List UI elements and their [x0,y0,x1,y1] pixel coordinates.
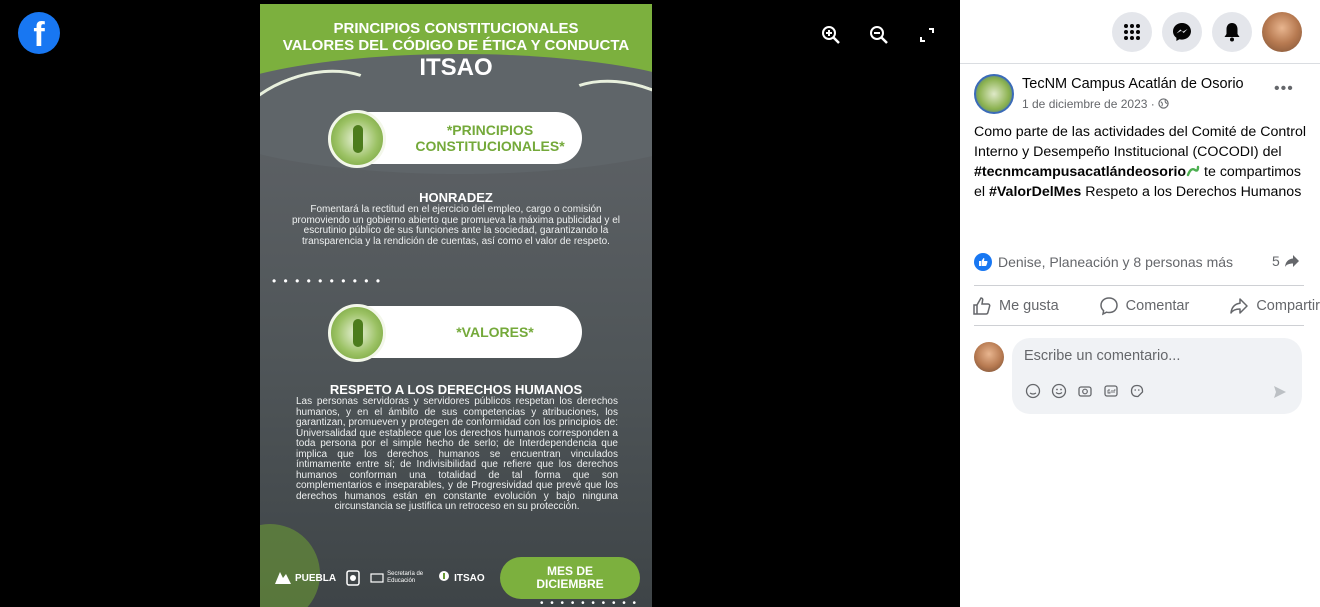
zoom-out-icon[interactable] [866,22,892,48]
comment-icon [1099,297,1118,316]
pill1-line1: *PRINCIPIOS [446,122,534,138]
reactions-divider [974,285,1304,286]
facebook-logo[interactable]: f [18,12,60,54]
comment-input[interactable]: Escribe un comentario... [1024,348,1180,364]
share-button[interactable]: Compartir [1229,292,1320,320]
more-options-icon[interactable]: ••• [1274,80,1294,98]
derechos-humanos-title: RESPETO A LOS DERECHOS HUMANOS [329,382,583,397]
profile-avatar[interactable] [1262,12,1302,52]
share-icon [1230,298,1249,314]
avatar-sticker-icon[interactable] [1024,382,1042,400]
messenger-button[interactable] [1162,12,1202,52]
like-label: Me gusta [999,298,1059,314]
sticker-icon[interactable] [1128,382,1146,400]
page-name-link[interactable]: TecNM Campus Acatlán de Osorio [1022,76,1244,92]
like-button[interactable]: Me gusta [972,292,1059,320]
photo-viewer: f PRINCIPIOS CONSTITUCIONALES VALORES DE… [0,0,960,607]
dots-divider-bottom: • • • • • • • • • • [540,598,639,607]
comment-label: Comentar [1125,298,1190,314]
comment-input-box[interactable]: Escribe un comentario... [1012,338,1302,414]
puebla-logo: PUEBLA [274,570,336,586]
tecnm-logo [346,570,360,586]
notifications-button[interactable] [1212,12,1252,52]
post-panel: TecNM Campus Acatlán de Osorio 1 de dici… [960,0,1320,607]
mes-diciembre-badge: MES DE DICIEMBRE [500,557,640,599]
viewer-toolbar [818,22,940,48]
secretaria-logo: Secretaría de Educación [370,571,427,585]
share-arrow-icon [1284,255,1299,267]
my-avatar[interactable] [974,342,1004,372]
share-label: Compartir [1256,298,1320,314]
emoji-icon[interactable] [1050,382,1068,400]
poster-image: PRINCIPIOS CONSTITUCIONALES VALORES DEL … [260,4,652,607]
lizard-emoji-icon [1186,165,1200,177]
puebla-logo-text: PUEBLA [295,572,337,584]
post-text-part3: Respeto a los Derechos Humanos [1081,184,1302,200]
itsao-logo: ITSAO [437,570,485,586]
poster-title-line1: PRINCIPIOS CONSTITUCIONALES [333,20,579,37]
grid-menu-icon [1124,24,1140,40]
poster-decor-circle [260,524,320,607]
thumbs-up-icon [973,297,991,315]
poster-title-line2: VALORES DEL CÓDIGO DE ÉTICA Y CONDUCTA [282,37,630,54]
poster-title: PRINCIPIOS CONSTITUCIONALES VALORES DEL … [260,20,652,54]
post-date-text: 1 de diciembre de 2023 · [1022,97,1159,111]
valores-pill-text: *VALORES* [456,324,534,340]
top-divider [960,63,1320,64]
poster-logos: PUEBLA Secretaría de Educación ITSAO [274,570,485,586]
post-actions: Me gusta Comentar Compartir [972,292,1320,320]
comment-tools [1024,382,1146,400]
camera-icon[interactable] [1076,382,1094,400]
post-date[interactable]: 1 de diciembre de 2023 · [1022,97,1169,111]
poster-title-itsao: ITSAO [419,54,493,81]
honradez-body: Fomentará la rectitud en el ejercicio de… [292,204,620,247]
like-reaction-icon [974,253,992,271]
top-nav [1112,12,1302,52]
pill1-line2: CONSTITUCIONALES* [415,138,565,154]
globe-icon [1158,98,1169,109]
derechos-humanos-body: Las personas servidoras y servidores púb… [296,396,618,512]
hashtag-link-1[interactable]: #tecnmcampusacatlándeosorio [974,164,1186,180]
reactions-text: Denise, Planeación y 8 personas más [998,254,1234,270]
post-text: Como parte de las actividades del Comité… [974,122,1310,202]
honradez-title: HONRADEZ [419,190,493,205]
dots-divider: • • • • • • • • • • [272,274,383,288]
comment-button[interactable]: Comentar [1099,292,1190,320]
page-avatar[interactable] [974,74,1014,114]
fullscreen-icon[interactable] [914,22,940,48]
principios-pill-text: *PRINCIPIOS CONSTITUCIONALES* [400,122,580,154]
menu-button[interactable] [1112,12,1152,52]
send-icon[interactable] [1272,384,1288,405]
post-text-part1: Como parte de las actividades del Comité… [974,124,1306,160]
reactions-summary[interactable]: Denise, Planeación y 8 personas más [974,253,1304,271]
zoom-in-icon[interactable] [818,22,844,48]
gif-icon[interactable] [1102,382,1120,400]
shares-count[interactable]: 5 [1272,253,1300,269]
mes-line2: DICIEMBRE [536,577,604,591]
bell-icon [1224,23,1240,42]
itsao-emblem-icon [328,110,386,168]
messenger-icon [1173,23,1191,41]
hashtag-link-2[interactable]: #ValorDelMes [989,184,1081,200]
itsao-logo-text: ITSAO [454,572,485,584]
actions-divider [974,325,1304,326]
shares-count-text: 5 [1272,253,1280,269]
itsao-emblem-icon-2 [328,304,386,362]
secretaria-logo-text: Secretaría de Educación [387,571,424,584]
